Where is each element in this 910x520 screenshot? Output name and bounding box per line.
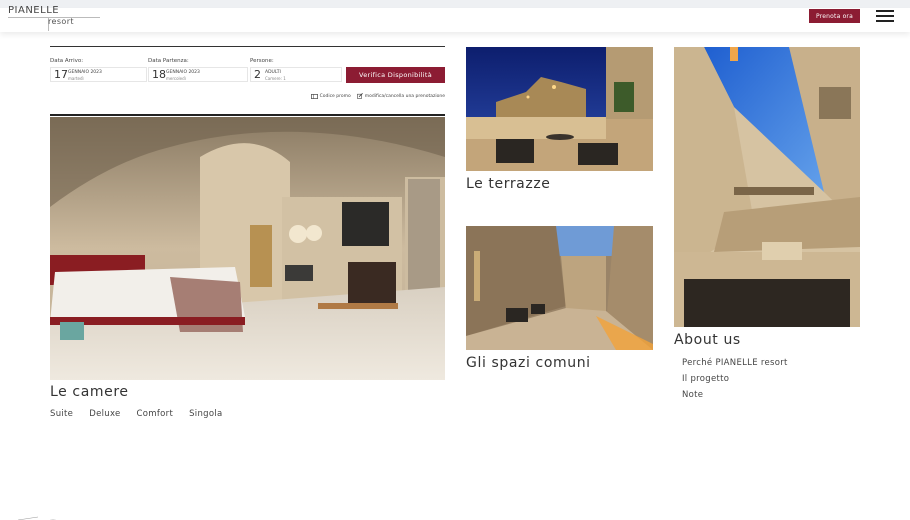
booking-bottom-divider	[50, 114, 445, 116]
room-link-deluxe[interactable]: Deluxe	[89, 409, 120, 419]
about-link-project[interactable]: Il progetto	[682, 374, 788, 384]
room-link-singola[interactable]: Singola	[189, 409, 222, 419]
guests-label: Persone:	[250, 58, 274, 64]
guests-box[interactable]: 2 ADULTI Camere: 1	[250, 67, 342, 82]
guests-count: 2	[254, 68, 261, 81]
common-spaces-photo[interactable]	[466, 226, 653, 350]
promo-code-link[interactable]: Codice promo	[310, 93, 351, 99]
departure-date-field[interactable]: Data Partenza: 18 GENNAIO 2023 mercoledì	[148, 56, 248, 84]
departure-weekday: mercoledì	[166, 76, 186, 81]
edit-icon	[356, 93, 363, 99]
site-logo[interactable]: PIANELLE resort	[8, 5, 100, 31]
arrival-month: GENNAIO 2023	[68, 70, 102, 75]
rooms-links: Suite Deluxe Comfort Singola	[50, 409, 223, 419]
departure-month: GENNAIO 2023	[166, 70, 200, 75]
ticket-icon	[310, 93, 318, 99]
room-link-suite[interactable]: Suite	[50, 409, 73, 419]
logo-main-text: PIANELLE	[8, 5, 60, 16]
booking-top-divider	[50, 46, 445, 47]
common-spaces-title[interactable]: Gli spazi comuni	[466, 355, 591, 371]
rooms-photo[interactable]	[50, 117, 445, 380]
about-photo[interactable]	[674, 47, 860, 327]
arrival-weekday: martedì	[68, 76, 84, 81]
arrival-date-field[interactable]: Data Arrivo: 17 GENNAIO 2023 martedì	[50, 56, 147, 84]
hamburger-icon[interactable]	[876, 9, 894, 23]
booking-widget: Data Arrivo: 17 GENNAIO 2023 martedì Dat…	[50, 46, 445, 116]
departure-label: Data Partenza:	[148, 58, 189, 64]
book-now-button[interactable]: Prenota ora	[809, 9, 860, 23]
browser-top-strip	[0, 0, 910, 8]
about-link-notes[interactable]: Note	[682, 390, 788, 400]
verify-availability-button[interactable]: Verifica Disponibilità	[346, 67, 445, 83]
terraces-photo[interactable]	[466, 47, 653, 171]
guests-unit: ADULTI	[265, 70, 281, 75]
guests-rooms: Camere: 1	[265, 76, 286, 81]
decorative-arc-icon	[18, 516, 56, 520]
rooms-title[interactable]: Le camere	[50, 384, 129, 400]
arrival-date-box[interactable]: 17 GENNAIO 2023 martedì	[50, 67, 147, 82]
logo-sub-text: resort	[48, 17, 74, 26]
departure-date-box[interactable]: 18 GENNAIO 2023 mercoledì	[148, 67, 248, 82]
about-links: Perché PIANELLE resort Il progetto Note	[682, 358, 788, 400]
modify-booking-text: modifica/cancella una prenotazione	[364, 93, 445, 99]
booking-links: Codice promo modifica/cancella una preno…	[310, 93, 445, 99]
site-header: PIANELLE resort Prenota ora	[0, 5, 910, 32]
arrival-day: 17	[54, 68, 68, 81]
guests-field[interactable]: Persone: 2 ADULTI Camere: 1	[250, 56, 342, 84]
room-link-comfort[interactable]: Comfort	[137, 409, 174, 419]
arrival-label: Data Arrivo:	[50, 58, 84, 64]
about-title[interactable]: About us	[674, 332, 741, 348]
modify-booking-link[interactable]: modifica/cancella una prenotazione	[356, 93, 445, 99]
promo-code-text: Codice promo	[319, 93, 351, 99]
terraces-title[interactable]: Le terrazze	[466, 176, 550, 192]
departure-day: 18	[152, 68, 166, 81]
about-link-why[interactable]: Perché PIANELLE resort	[682, 358, 788, 368]
